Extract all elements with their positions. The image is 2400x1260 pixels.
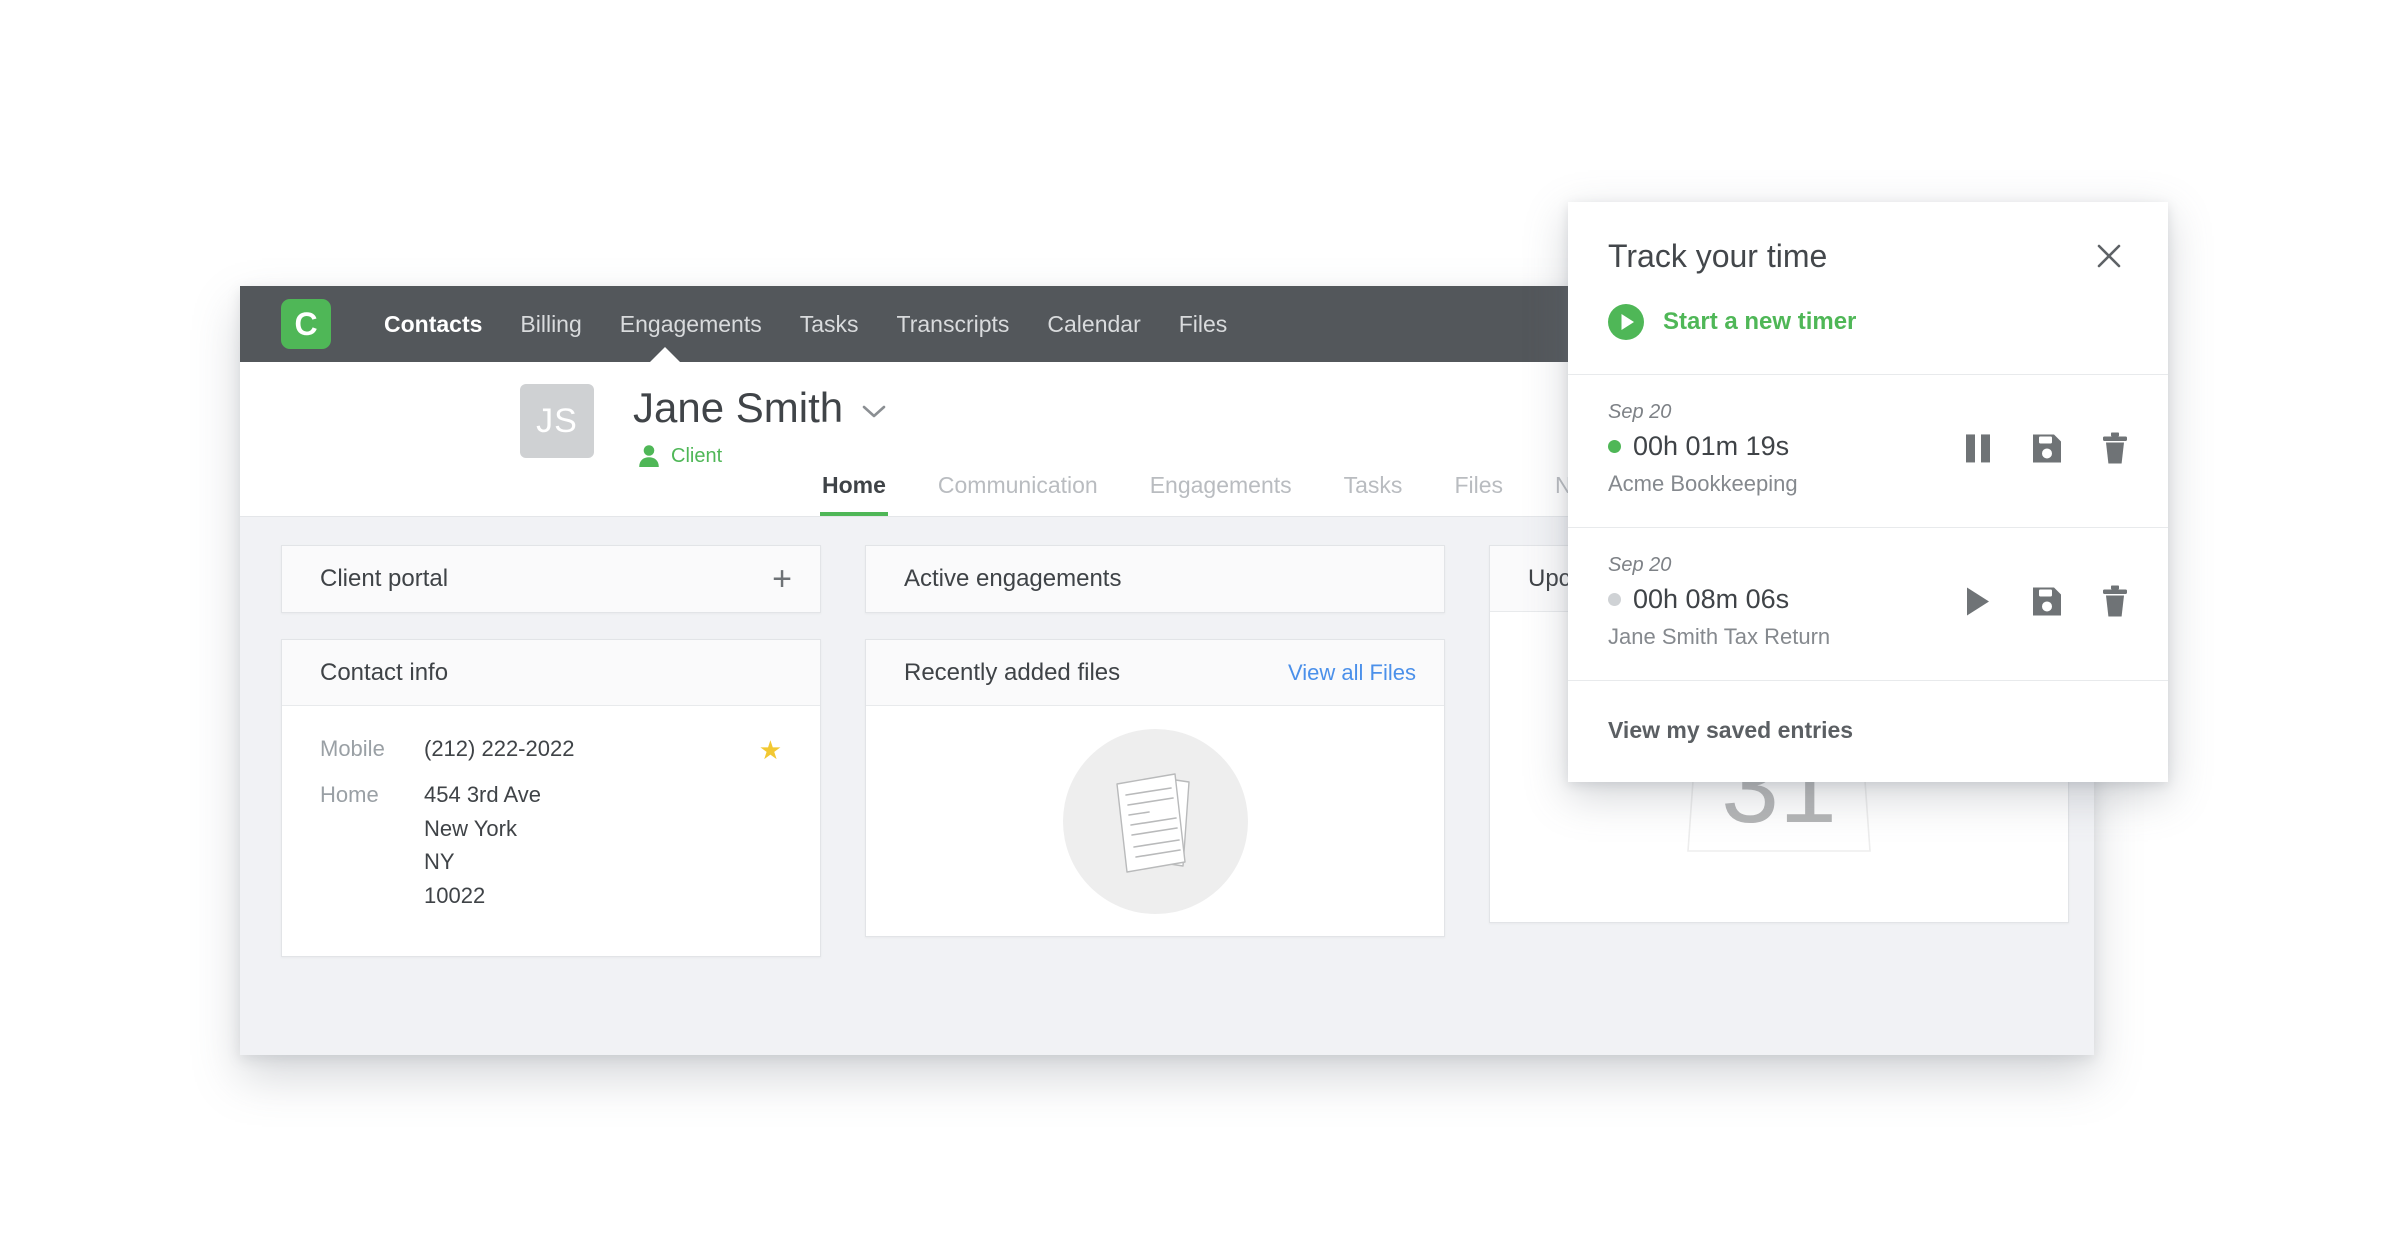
contact-info-title: Contact info <box>320 658 449 686</box>
entry-actions <box>1964 585 2128 617</box>
avatar-initials: JS <box>536 401 578 440</box>
pause-icon[interactable] <box>1964 433 1992 463</box>
view-all-files-link[interactable]: View all Files <box>1288 660 1416 686</box>
nav-item-contacts[interactable]: Contacts <box>365 286 501 362</box>
contact-info-body: Mobile (212) 222-2022 ★ Home 454 3rd Ave… <box>282 706 820 956</box>
empty-state-circle <box>1062 728 1248 914</box>
entry-description: Jane Smith Tax Return <box>1608 624 1831 649</box>
document-icon <box>1116 773 1190 873</box>
save-icon[interactable] <box>2032 433 2062 463</box>
recent-files-title: Recently added files <box>904 658 1121 686</box>
logo-letter: C <box>294 306 318 342</box>
active-engagements-header: Active engagements <box>866 546 1444 612</box>
nav-item-tasks[interactable]: Tasks <box>781 286 878 362</box>
client-portal-card: Client portal + <box>281 545 821 613</box>
mobile-label: Mobile <box>320 736 385 761</box>
recent-files-header: Recently added files View all Files <box>866 640 1444 706</box>
tab-files[interactable]: Files <box>1428 472 1529 516</box>
timer-entry: Sep 20 00h 01m 19s Acme Bookkeeping <box>1568 375 2168 528</box>
favorite-star-icon[interactable]: ★ <box>759 732 782 768</box>
nav-item-billing[interactable]: Billing <box>501 286 600 362</box>
status-dot-paused <box>1608 593 1621 606</box>
client-portal-header: Client portal + <box>282 546 820 612</box>
mobile-value: (212) 222-2022 <box>424 736 575 761</box>
contact-info-row-home: Home 454 3rd Ave New York NY 10022 <box>320 778 782 912</box>
chevron-down-icon[interactable] <box>861 404 887 420</box>
app-logo[interactable]: C <box>281 299 331 349</box>
timer-panel-title: Track your time <box>1608 238 1828 274</box>
close-icon[interactable] <box>2090 237 2128 275</box>
entry-date: Sep 20 <box>1608 401 1672 423</box>
contact-info-card: Contact info Mobile (212) 222-2022 ★ Hom… <box>281 639 821 958</box>
view-saved-entries-link[interactable]: View my saved entries <box>1568 681 2168 782</box>
active-engagements-title: Active engagements <box>904 565 1122 592</box>
trash-icon[interactable] <box>2102 585 2128 617</box>
recent-files-empty-state <box>866 706 1444 936</box>
timer-entry: Sep 20 00h 08m 06s Jane Smith Tax Return <box>1568 528 2168 681</box>
status-dot-running <box>1608 440 1621 453</box>
play-icon[interactable] <box>1964 586 1992 616</box>
track-time-panel: Track your time Start a new timer Sep 20… <box>1568 202 2168 782</box>
nav-item-engagements[interactable]: Engagements <box>601 286 781 362</box>
active-nav-caret-icon <box>650 347 680 362</box>
entry-actions <box>1964 432 2128 464</box>
home-label: Home <box>320 782 379 808</box>
recent-files-card: Recently added files View all Files <box>865 639 1445 937</box>
start-new-timer-label: Start a new timer <box>1663 308 1857 335</box>
contact-info-row-mobile: Mobile (212) 222-2022 ★ <box>320 732 782 768</box>
middle-column: Active engagements Recently added files … <box>865 545 1445 1055</box>
active-engagements-card: Active engagements <box>865 545 1445 613</box>
top-nav-items: Contacts Billing Engagements Tasks Trans… <box>365 286 1246 362</box>
contact-info-header: Contact info <box>282 640 820 706</box>
tab-engagements[interactable]: Engagements <box>1124 472 1318 516</box>
trash-icon[interactable] <box>2102 432 2128 464</box>
left-column: Client portal + Contact info Mobile (212… <box>281 545 821 1055</box>
timer-panel-header: Track your time <box>1568 202 2168 278</box>
entry-elapsed-time: 00h 08m 06s <box>1633 584 1790 614</box>
tab-communication[interactable]: Communication <box>912 472 1124 516</box>
nav-item-calendar[interactable]: Calendar <box>1028 286 1159 362</box>
tab-tasks[interactable]: Tasks <box>1318 472 1429 516</box>
view-saved-entries-label: View my saved entries <box>1608 717 1854 743</box>
tab-home[interactable]: Home <box>796 472 912 516</box>
entry-date: Sep 20 <box>1608 554 1672 576</box>
start-new-timer-button[interactable]: Start a new timer <box>1568 278 2168 375</box>
home-address-value: 454 3rd Ave New York NY 10022 <box>424 782 542 908</box>
entry-elapsed-time: 00h 01m 19s <box>1633 431 1790 461</box>
play-circle-icon <box>1608 304 1644 340</box>
nav-item-transcripts[interactable]: Transcripts <box>878 286 1029 362</box>
entry-description: Acme Bookkeeping <box>1608 471 1798 496</box>
avatar: JS <box>520 384 594 458</box>
nav-item-files[interactable]: Files <box>1160 286 1247 362</box>
contact-name-row: Jane Smith <box>633 387 887 429</box>
add-client-portal-button[interactable]: + <box>772 562 792 596</box>
page-title: Jane Smith <box>633 384 844 431</box>
save-icon[interactable] <box>2032 586 2062 616</box>
client-portal-title: Client portal <box>320 565 449 592</box>
